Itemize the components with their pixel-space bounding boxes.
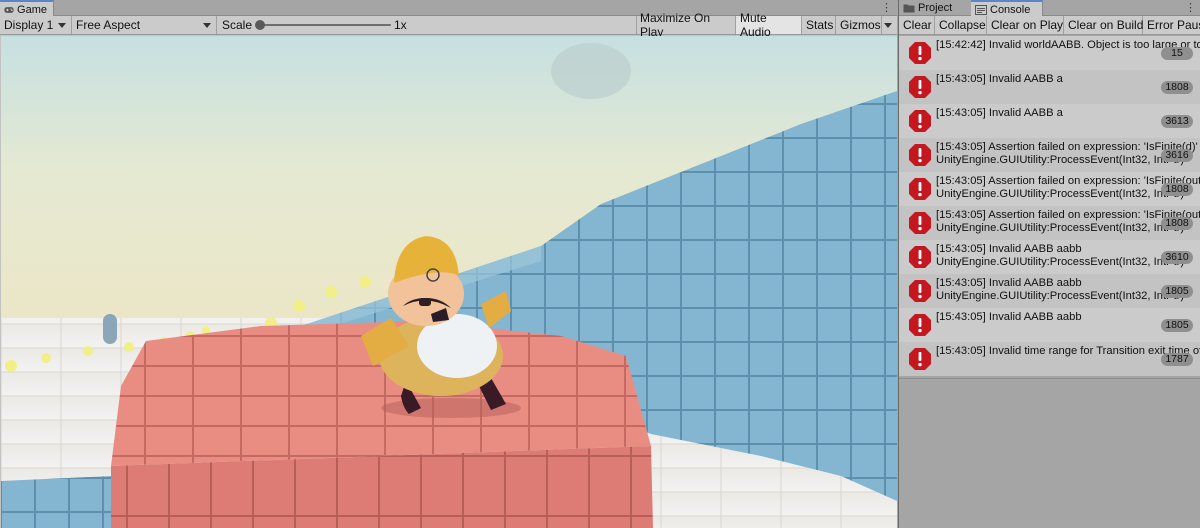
log-count-badge: 1808 — [1161, 217, 1193, 230]
error-icon — [909, 76, 931, 98]
console-tab-strip: Project Console ⋮ — [899, 0, 1200, 17]
console-log-row[interactable]: [15:42:42] Invalid worldAABB. Object is … — [899, 36, 1200, 70]
log-count-badge: 1805 — [1161, 319, 1193, 332]
console-log-row[interactable]: [15:43:05] Invalid AABB a 1808 — [899, 70, 1200, 104]
log-count-badge: 3613 — [1161, 115, 1193, 128]
log-line-1: [15:42:42] Invalid worldAABB. Object is … — [936, 39, 1200, 51]
console-panel-menu-icon[interactable]: ⋮ — [1185, 1, 1196, 15]
log-count-badge: 1787 — [1161, 353, 1193, 366]
tab-project-label: Project — [918, 2, 953, 14]
log-message: [15:43:05] Invalid AABB a — [936, 107, 1200, 120]
gizmos-label: Gizmos — [840, 18, 881, 32]
log-message: [15:43:05] Invalid AABB a — [936, 73, 1200, 86]
error-icon — [909, 144, 931, 166]
log-message: [15:43:05] Invalid AABB aabb — [936, 311, 1200, 324]
console-log-row[interactable]: [15:43:05] Invalid time range for Transi… — [899, 342, 1200, 376]
console-log-row[interactable]: [15:43:05] Assertion failed on expressio… — [899, 172, 1200, 206]
log-line-1: [15:43:05] Invalid AABB aabb — [936, 311, 1082, 323]
log-message: [15:43:05] Invalid time range for Transi… — [936, 345, 1200, 358]
stats-label: Stats — [806, 18, 834, 32]
maximize-on-play-toggle[interactable]: Maximize On Play — [636, 11, 736, 39]
gamepad-icon — [4, 6, 14, 13]
log-count-badge: 1808 — [1161, 183, 1193, 196]
log-line-1: [15:43:05] Assertion failed on expressio… — [936, 175, 1200, 187]
log-line-1: [15:43:05] Invalid AABB aabb — [936, 277, 1082, 289]
error-icon — [909, 246, 931, 268]
scale-value: 1x — [394, 18, 407, 32]
log-count-badge: 3616 — [1161, 149, 1193, 162]
aspect-dropdown-label: Free Aspect — [76, 18, 141, 32]
collapse-toggle[interactable]: Collapse — [935, 16, 987, 34]
error-icon — [909, 42, 931, 64]
clear-button[interactable]: Clear — [899, 16, 935, 34]
aspect-dropdown[interactable]: Free Aspect — [72, 16, 217, 34]
console-log-row[interactable]: [15:43:05] Assertion failed on expressio… — [899, 138, 1200, 172]
console-log-row[interactable]: [15:43:05] Invalid AABB aabb 1805 — [899, 308, 1200, 342]
console-toolbar: Clear Collapse Clear on Play Clear on Bu… — [899, 16, 1200, 35]
log-count-badge: 1805 — [1161, 285, 1193, 298]
log-line-1: [15:43:05] Invalid time range for Transi… — [936, 345, 1200, 357]
game-panel-menu-icon[interactable]: ⋮ — [881, 1, 892, 15]
clear-on-play-toggle[interactable]: Clear on Play — [987, 16, 1064, 34]
error-pause-label: Error Pause — [1147, 18, 1200, 32]
tab-console-label: Console — [990, 3, 1031, 16]
clear-on-build-toggle[interactable]: Clear on Build — [1064, 16, 1143, 34]
error-icon — [909, 178, 931, 200]
error-icon — [909, 314, 931, 336]
game-scene-render — [1, 36, 897, 528]
game-toolbar: Display 1 Free Aspect Scale 1x Maximize … — [0, 11, 897, 39]
error-icon — [909, 110, 931, 132]
tab-project[interactable]: Project — [899, 0, 971, 16]
display-dropdown-label: Display 1 — [4, 18, 54, 32]
console-detail-area — [899, 378, 1200, 528]
console-window: Project Console ⋮ Clear Collapse Clear o… — [898, 0, 1200, 528]
clear-on-play-label: Clear on Play — [991, 18, 1064, 32]
log-message: [15:42:42] Invalid worldAABB. Object is … — [936, 39, 1200, 52]
console-icon — [975, 4, 987, 15]
log-count-badge: 15 — [1161, 47, 1193, 60]
scale-slider-thumb[interactable] — [255, 20, 265, 30]
clear-button-label: Clear — [903, 18, 932, 32]
collapse-label: Collapse — [939, 18, 986, 32]
game-viewport[interactable] — [1, 36, 897, 528]
error-icon — [909, 212, 931, 234]
mute-audio-label: Mute Audio — [740, 11, 771, 39]
tab-game[interactable]: Game — [0, 0, 54, 17]
console-log-row[interactable]: [15:43:05] Invalid AABB a 3613 — [899, 104, 1200, 138]
stats-toggle[interactable]: Stats — [802, 16, 836, 34]
log-line-1: [15:43:05] Invalid AABB a — [936, 107, 1063, 119]
mute-audio-toggle[interactable]: Mute Audio — [736, 11, 802, 39]
gizmos-toggle[interactable]: Gizmos — [836, 16, 882, 34]
game-window: Game ⋮ Display 1 Free Aspect Scale 1x Ma… — [0, 0, 897, 528]
log-line-1: [15:43:05] Invalid AABB aabb — [936, 243, 1082, 255]
error-icon — [909, 280, 931, 302]
log-line-1: [15:43:05] Invalid AABB a — [936, 73, 1063, 85]
tab-game-label: Game — [17, 3, 47, 16]
console-log-row[interactable]: [15:43:05] Invalid AABB aabb UnityEngine.… — [899, 240, 1200, 274]
log-count-badge: 1808 — [1161, 81, 1193, 94]
display-dropdown[interactable]: Display 1 — [0, 16, 72, 34]
gizmos-dropdown-arrow[interactable] — [882, 16, 897, 34]
log-line-1: [15:43:05] Assertion failed on expressio… — [936, 141, 1198, 153]
tab-console[interactable]: Console — [971, 0, 1043, 17]
error-icon — [909, 348, 931, 370]
scale-control: Scale 1x — [217, 16, 637, 34]
scale-slider-track[interactable] — [259, 24, 391, 26]
console-log-row[interactable]: [15:43:05] Assertion failed on expressio… — [899, 206, 1200, 240]
error-pause-toggle[interactable]: Error Pause — [1143, 16, 1200, 34]
console-log-list[interactable]: [15:42:42] Invalid worldAABB. Object is … — [899, 36, 1200, 378]
console-log-row[interactable]: [15:43:05] Invalid AABB aabb UnityEngine.… — [899, 274, 1200, 308]
log-line-1: [15:43:05] Assertion failed on expressio… — [936, 209, 1200, 221]
maximize-on-play-label: Maximize On Play — [640, 11, 711, 39]
scale-label: Scale — [222, 18, 253, 32]
log-count-badge: 3610 — [1161, 251, 1193, 264]
clear-on-build-label: Clear on Build — [1068, 18, 1144, 32]
folder-icon — [903, 4, 915, 13]
